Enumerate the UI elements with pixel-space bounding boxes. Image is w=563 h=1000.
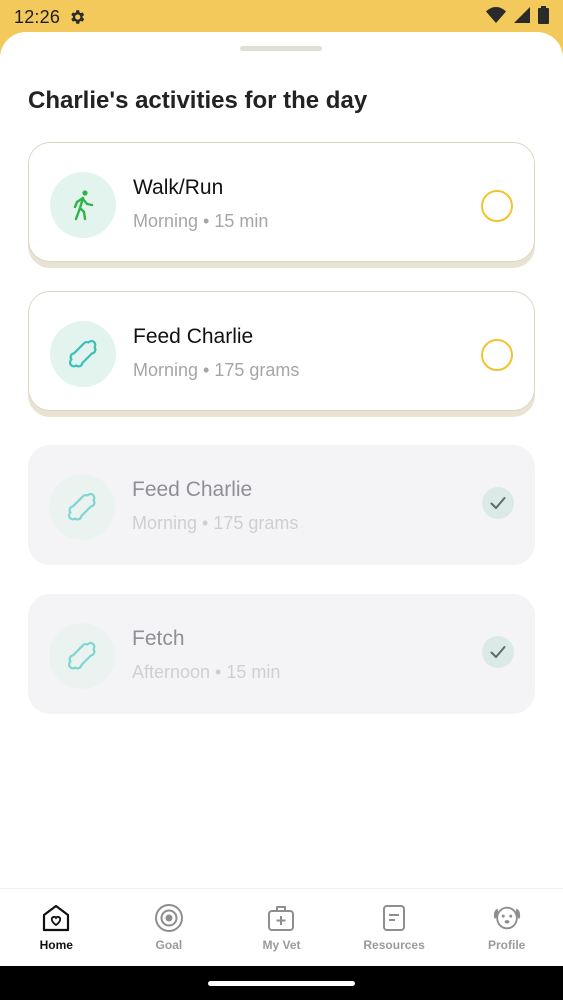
nav-label: Resources (363, 938, 425, 952)
dog-face-icon (492, 903, 522, 933)
home-heart-icon (41, 903, 71, 933)
bone-icon (49, 474, 115, 540)
wifi-icon (486, 6, 506, 28)
nav-item-goal[interactable]: Goal (113, 889, 226, 966)
battery-icon (538, 5, 549, 29)
walking-person-icon (50, 172, 116, 238)
home-gesture-pill[interactable] (208, 981, 355, 986)
medical-bag-icon (266, 903, 296, 933)
activity-subtitle: Morning • 175 grams (132, 513, 299, 533)
nav-item-resources[interactable]: Resources (338, 889, 451, 966)
checkmark-icon[interactable] (482, 636, 514, 668)
activity-title: Fetch (132, 627, 185, 650)
bone-icon (50, 321, 116, 387)
gesture-navigation-bar (0, 966, 563, 1000)
nav-item-profile[interactable]: Profile (450, 889, 563, 966)
bone-icon (49, 623, 115, 689)
activity-title: Feed Charlie (133, 325, 254, 348)
activity-card[interactable]: Walk/Run Morning • 15 min (28, 142, 535, 262)
signal-icon (514, 6, 530, 28)
activity-title: Feed Charlie (132, 478, 253, 501)
sheet-title: Charlie's activities for the day (28, 87, 368, 114)
status-icons (486, 5, 549, 29)
activity-subtitle: Morning • 175 grams (133, 360, 300, 380)
target-icon (154, 903, 184, 933)
bottom-navigation: Home Goal My Vet Resources Profile (0, 888, 563, 966)
activity-subtitle: Morning • 15 min (133, 211, 269, 231)
document-icon (379, 903, 409, 933)
nav-item-home[interactable]: Home (0, 889, 113, 966)
nav-label: Goal (155, 938, 183, 952)
activities-sheet: Charlie's activities for the day Walk/Ru… (0, 32, 563, 966)
nav-label: Home (39, 938, 73, 952)
nav-item-my-vet[interactable]: My Vet (225, 889, 338, 966)
nav-label: My Vet (262, 938, 301, 952)
checkmark-icon[interactable] (482, 487, 514, 519)
activity-card[interactable]: Fetch Afternoon • 15 min (28, 594, 535, 714)
status-time: 12:26 (14, 6, 61, 27)
nav-label: Profile (488, 938, 526, 952)
sheet-drag-handle[interactable] (240, 46, 322, 51)
activity-card[interactable]: Feed Charlie Morning • 175 grams (28, 445, 535, 565)
activity-subtitle: Afternoon • 15 min (132, 662, 281, 682)
complete-checkbox[interactable] (481, 339, 513, 371)
activity-card[interactable]: Feed Charlie Morning • 175 grams (28, 291, 535, 411)
gear-icon (68, 8, 86, 26)
activity-title: Walk/Run (133, 176, 224, 199)
complete-checkbox[interactable] (481, 190, 513, 222)
status-bar: 12:26 (0, 0, 563, 34)
